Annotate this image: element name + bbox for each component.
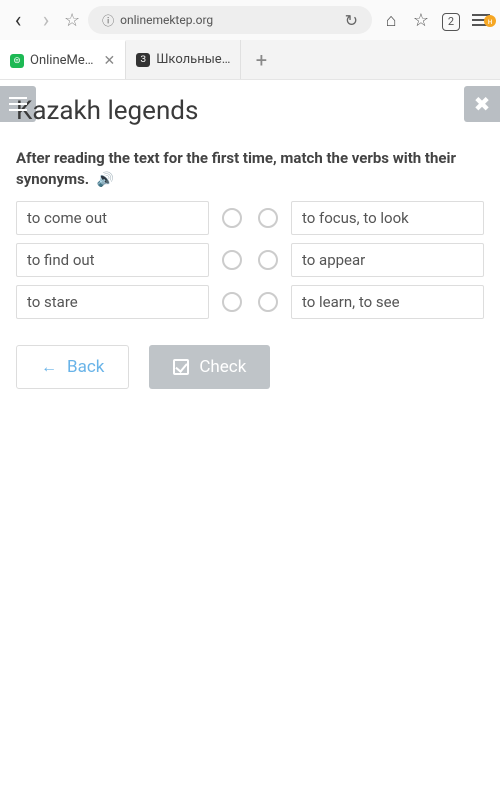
check-icon (173, 359, 189, 375)
tab-onlinemektep[interactable]: ⊜ OnlineMe… ✕ (0, 40, 126, 79)
close-icon: ✖ (474, 92, 491, 116)
url-text: onlinemektep.org (120, 13, 213, 27)
left-item[interactable]: to stare (16, 285, 209, 319)
left-radio[interactable] (222, 208, 242, 228)
check-button[interactable]: Check (149, 345, 270, 389)
close-tab-icon[interactable]: ✕ (103, 53, 115, 69)
check-label: Check (199, 357, 246, 377)
nav-forward-icon[interactable]: › (36, 8, 56, 33)
tab-title: Школьные… (156, 52, 230, 67)
bookmark-icon[interactable]: ☆ (64, 10, 80, 31)
nav-back-icon[interactable]: ‹ (8, 8, 28, 33)
browser-menu-icon[interactable]: н (470, 19, 492, 21)
hamburger-icon (9, 103, 27, 105)
right-radio[interactable] (258, 208, 278, 228)
left-item[interactable]: to find out (16, 243, 209, 277)
button-row: ← Back Check (16, 345, 484, 389)
left-item[interactable]: to come out (16, 201, 209, 235)
new-tab-button[interactable]: + (241, 40, 281, 79)
notification-badge: н (484, 15, 496, 27)
main-content: Kazakh legends After reading the text fo… (0, 96, 500, 389)
favicon-icon: ⊜ (10, 54, 24, 68)
right-radio[interactable] (258, 250, 278, 270)
browser-toolbar: ‹ › ☆ ⓘ onlinemektep.org ↻ ⌂ ☆ 2 н (0, 0, 500, 40)
browser-tabs: ⊜ OnlineMe… ✕ З Школьные… + (0, 40, 500, 80)
page-title: Kazakh legends (16, 96, 484, 126)
address-bar[interactable]: ⓘ onlinemektep.org ↻ (88, 6, 372, 34)
arrow-left-icon: ← (41, 357, 57, 377)
back-button[interactable]: ← Back (16, 345, 129, 389)
right-item[interactable]: to appear (291, 243, 484, 277)
right-item[interactable]: to learn, to see (291, 285, 484, 319)
match-grid: to come out to focus, to look to find ou… (16, 201, 484, 319)
tab-count-button[interactable]: 2 (440, 9, 462, 31)
tab-title: OnlineMe… (30, 53, 93, 68)
refresh-icon[interactable]: ↻ (345, 11, 358, 30)
close-button[interactable]: ✖ (464, 86, 500, 122)
instruction-text: After reading the text for the first tim… (16, 148, 484, 191)
favicon-icon: З (136, 53, 150, 67)
audio-icon[interactable]: 🔊 (97, 172, 114, 188)
favorites-icon[interactable]: ☆ (410, 10, 432, 31)
home-icon[interactable]: ⌂ (380, 10, 402, 31)
left-radio[interactable] (222, 292, 242, 312)
tab-school[interactable]: З Школьные… (126, 40, 241, 79)
site-info-icon: ⓘ (102, 12, 114, 29)
back-label: Back (67, 357, 104, 377)
right-radio[interactable] (258, 292, 278, 312)
left-radio[interactable] (222, 250, 242, 270)
right-item[interactable]: to focus, to look (291, 201, 484, 235)
